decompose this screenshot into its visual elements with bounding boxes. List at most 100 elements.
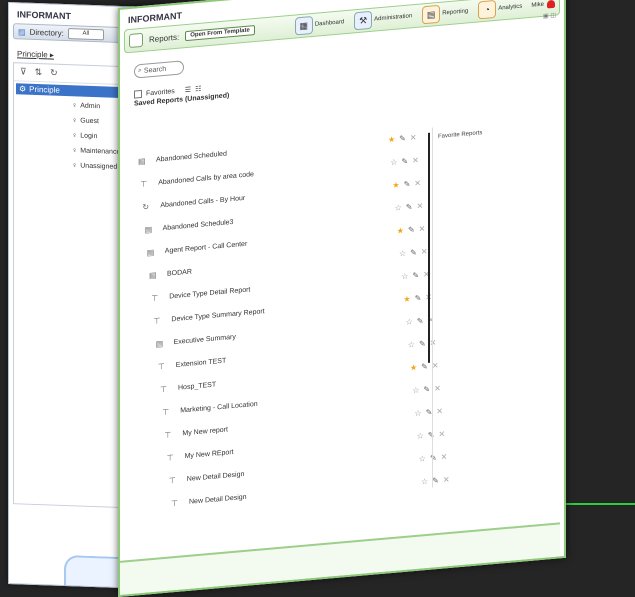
user-icon: ♀ — [72, 117, 78, 125]
star-filled-icon[interactable]: ★ — [403, 294, 410, 304]
report-actions: ★ ✎ ✕ — [388, 133, 417, 145]
star-empty-icon[interactable]: ☆ — [406, 317, 413, 327]
user-icon: ♀ — [72, 147, 78, 155]
document-icon: ▤ — [146, 247, 155, 258]
table-icon: ⊤ — [171, 498, 178, 509]
group-icon: ⚙ — [19, 84, 27, 94]
directory-icon: ▤ — [18, 26, 26, 37]
delete-icon[interactable]: ✕ — [414, 178, 421, 188]
edit-icon[interactable]: ✎ — [415, 293, 422, 303]
user-icon: ♀ — [72, 132, 78, 140]
star-empty-icon[interactable]: ☆ — [395, 203, 402, 213]
refresh-icon[interactable]: ↻ — [50, 67, 58, 78]
filter-icon[interactable]: ⊽ — [20, 66, 27, 77]
nav-analytics-button[interactable]: ◔ Analytics — [478, 0, 523, 20]
connector-line-bottom-horizontal — [557, 503, 635, 505]
directory-label: Directory: — [29, 27, 64, 38]
search-input[interactable]: ⌕ Search — [134, 60, 184, 79]
star-empty-icon[interactable]: ☆ — [421, 477, 428, 487]
favorites-filter[interactable]: Favorites ☰ ☷ — [134, 53, 564, 99]
table-icon: ⊤ — [168, 475, 176, 486]
delete-icon[interactable]: ✕ — [410, 133, 417, 143]
star-filled-icon[interactable]: ★ — [397, 226, 404, 236]
document-icon: ▤ — [149, 270, 157, 281]
edit-icon[interactable]: ✎ — [410, 248, 417, 258]
edit-icon[interactable]: ✎ — [421, 362, 428, 372]
edit-icon[interactable]: ✎ — [404, 179, 411, 189]
edit-icon[interactable]: ✎ — [412, 271, 419, 281]
delete-icon[interactable]: ✕ — [421, 247, 428, 257]
table-icon: ⊤ — [164, 430, 172, 440]
panel-divider[interactable] — [428, 132, 430, 363]
table-icon: ⊤ — [166, 453, 174, 463]
user-name: Mike — [531, 1, 544, 9]
table-icon: ⊤ — [160, 384, 167, 395]
star-filled-icon[interactable]: ★ — [410, 363, 417, 373]
list-view-icon[interactable]: ☰ — [185, 86, 191, 95]
reports-list: ▤ Abandoned Scheduled ★ ✎ ✕ ⊤ Abandoned Calls … — [138, 126, 450, 518]
tree-item-label: Maintenance — [80, 147, 121, 156]
document-icon: ▤ — [138, 156, 146, 167]
edit-icon[interactable]: ✎ — [423, 385, 430, 395]
window-mini-controls[interactable]: ▣ ◫ — [543, 12, 556, 20]
admin-icon: ⚒ — [354, 10, 373, 31]
star-filled-icon[interactable]: ★ — [388, 135, 395, 145]
nav-label: Administration — [374, 13, 413, 23]
table-icon: ⊤ — [153, 316, 161, 326]
document-icon: ▤ — [155, 339, 164, 349]
user-icon: ♀ — [72, 162, 78, 170]
edit-icon[interactable]: ✎ — [419, 339, 426, 349]
edit-icon[interactable]: ✎ — [401, 157, 408, 167]
nav-reporting-button[interactable]: ▤ Reporting — [422, 2, 469, 25]
report-actions: ★ ✎✕ — [392, 178, 421, 190]
report-actions: ☆ ✎ ✕ — [395, 201, 424, 213]
sort-icon[interactable]: ⇅ — [35, 67, 43, 78]
reporting-icon: ▤ — [422, 4, 441, 25]
favorites-label: Favorites — [146, 87, 175, 98]
delete-icon[interactable]: ✕ — [419, 224, 426, 234]
star-empty-icon[interactable]: ☆ — [419, 454, 426, 464]
favorites-checkbox[interactable] — [134, 89, 142, 99]
report-actions: ☆ ✎ ✕ — [401, 270, 430, 282]
tab-open-from-template[interactable]: Open From Template — [185, 25, 255, 42]
star-empty-icon[interactable]: ☆ — [408, 340, 415, 350]
favorite-reports-panel — [432, 116, 559, 488]
nav-label: Reporting — [442, 8, 469, 17]
nav-label: Analytics — [498, 3, 523, 12]
search-icon: ⌕ — [138, 66, 142, 75]
delete-icon[interactable]: ✕ — [412, 156, 419, 166]
star-empty-icon[interactable]: ☆ — [417, 431, 424, 441]
notification-bell-icon[interactable] — [547, 0, 555, 9]
report-actions: ☆ ✎ ✕ — [399, 247, 428, 259]
table-icon: ⊤ — [140, 179, 148, 190]
breadcrumb-label: Principle — [17, 49, 48, 60]
window-footer — [120, 522, 560, 595]
directory-select[interactable]: All — [67, 27, 104, 40]
edit-icon[interactable]: ✎ — [399, 134, 406, 144]
table-icon: ⊤ — [162, 407, 170, 418]
table-icon: ⊤ — [157, 361, 165, 372]
document-icon: ▤ — [144, 225, 153, 235]
nav-administration-button[interactable]: ⚒ Administration — [354, 7, 413, 31]
delete-icon[interactable]: ✕ — [416, 201, 423, 211]
star-empty-icon[interactable]: ☆ — [401, 272, 408, 282]
search-placeholder: Search — [143, 65, 167, 75]
edit-icon[interactable]: ✎ — [417, 316, 424, 326]
detail-view-icon[interactable]: ☷ — [195, 85, 201, 94]
nav-label: Dashboard — [314, 19, 345, 28]
star-filled-icon[interactable]: ★ — [392, 180, 399, 190]
tree-item-label: Unassigned — [80, 162, 118, 171]
refresh-icon: ↻ — [142, 202, 150, 212]
user-icon: ♀ — [72, 102, 78, 110]
edit-icon[interactable]: ✎ — [406, 202, 413, 212]
star-empty-icon[interactable]: ☆ — [399, 249, 406, 259]
star-empty-icon[interactable]: ☆ — [412, 386, 419, 396]
star-empty-icon[interactable]: ☆ — [414, 408, 421, 418]
star-empty-icon[interactable]: ☆ — [390, 158, 397, 168]
analytics-icon: ◔ — [478, 0, 497, 20]
nav-dashboard-button[interactable]: ▦ Dashboard — [294, 13, 345, 36]
edit-icon[interactable]: ✎ — [408, 225, 415, 235]
reports-window: INFORMANT Reports: Open From Template ▦ … — [118, 0, 566, 597]
user-area[interactable]: Mike — [531, 0, 555, 10]
tree-item-label: Principle — [29, 84, 60, 95]
